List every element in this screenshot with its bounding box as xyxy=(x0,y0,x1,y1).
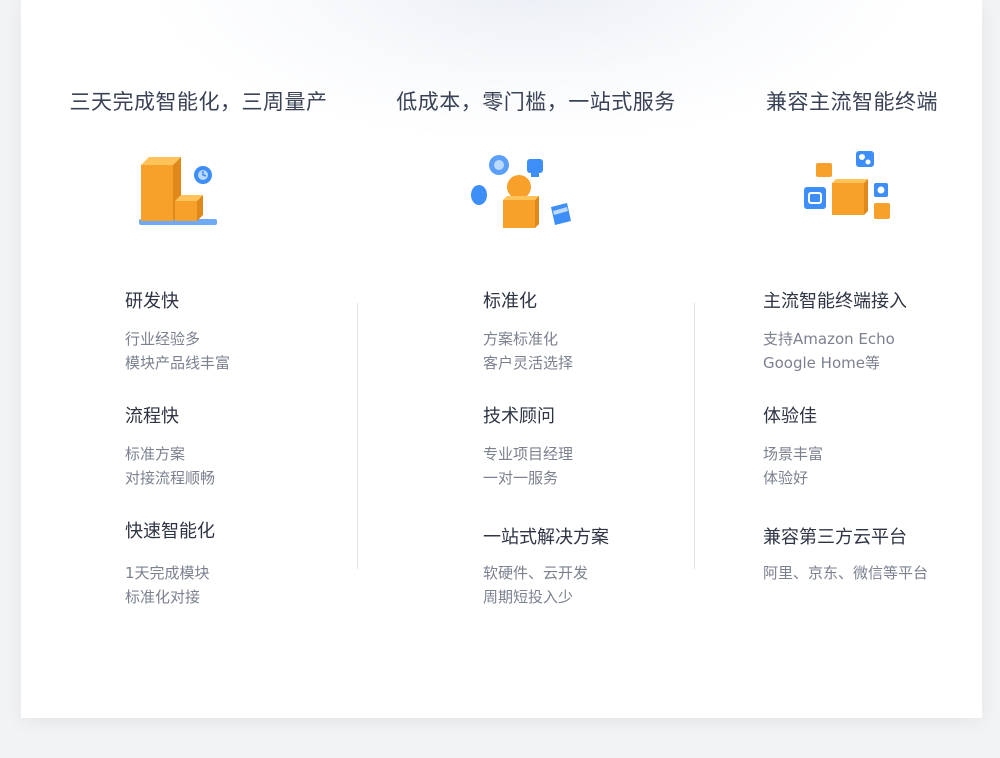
column-divider xyxy=(694,303,695,569)
feature-line: 模块产品线丰富 xyxy=(125,354,231,372)
feature-item: 技术顾问 专业项目经理 一对一服务 xyxy=(483,402,573,490)
column-title: 低成本，零门槛，一站式服务 xyxy=(396,90,676,114)
feature-item: 主流智能终端接入 支持Amazon Echo Google Home等 xyxy=(763,287,907,375)
feature-line: 一对一服务 xyxy=(483,469,559,487)
feature-line: 周期短投入少 xyxy=(483,588,574,606)
column-divider xyxy=(357,303,358,569)
column-title: 兼容主流智能终端 xyxy=(766,90,938,114)
smart-devices-icon xyxy=(800,145,910,239)
column-fast-development: 三天完成智能化，三周量产 研发快 行业经验多 模块产品线丰富 流程快 标准方案 … xyxy=(61,0,336,718)
feature-item: 体验佳 场景丰富 体验好 xyxy=(763,402,823,490)
feature-item: 一站式解决方案 软硬件、云开发 周期短投入少 xyxy=(483,523,609,609)
feature-item: 快速智能化 1天完成模块 标准化对接 xyxy=(125,517,215,609)
column-low-cost: 低成本，零门槛，一站式服务 标准化 方案标准化 客户灵活选择 技术顾问 专业项目… xyxy=(385,0,687,718)
feature-title: 一站式解决方案 xyxy=(483,527,609,548)
feature-item: 研发快 行业经验多 模块产品线丰富 xyxy=(125,287,230,375)
feature-line: 客户灵活选择 xyxy=(483,354,574,372)
feature-title: 标准化 xyxy=(483,291,537,312)
feature-line: Google Home等 xyxy=(763,354,880,372)
feature-line: 支持Amazon Echo xyxy=(763,330,895,348)
feature-line: 阿里、京东、微信等平台 xyxy=(763,564,929,582)
feature-item: 兼容第三方云平台 阿里、京东、微信等平台 xyxy=(763,523,928,585)
feature-line: 行业经验多 xyxy=(125,330,201,348)
feature-title: 技术顾问 xyxy=(483,406,555,427)
delivery-boxes-icon xyxy=(111,145,221,239)
features-card: 三天完成智能化，三周量产 研发快 行业经验多 模块产品线丰富 流程快 标准方案 … xyxy=(21,0,982,718)
feature-line: 专业项目经理 xyxy=(483,445,574,463)
service-support-icon xyxy=(469,145,579,239)
feature-title: 快速智能化 xyxy=(125,521,215,542)
column-device-compatibility: 兼容主流智能终端 主流智能终端接入 支持Amazon Echo Google H… xyxy=(752,0,952,718)
feature-title: 主流智能终端接入 xyxy=(763,291,907,312)
feature-line: 1天完成模块 xyxy=(125,564,210,582)
feature-line: 体验好 xyxy=(763,469,809,487)
column-title: 三天完成智能化，三周量产 xyxy=(69,90,328,114)
feature-line: 场景丰富 xyxy=(763,445,824,463)
feature-line: 软硬件、云开发 xyxy=(483,564,589,582)
feature-item: 标准化 方案标准化 客户灵活选择 xyxy=(483,287,573,375)
feature-line: 标准化对接 xyxy=(125,588,201,606)
feature-line: 标准方案 xyxy=(125,445,186,463)
feature-title: 体验佳 xyxy=(763,406,817,427)
feature-title: 流程快 xyxy=(125,406,179,427)
feature-item: 流程快 标准方案 对接流程顺畅 xyxy=(125,402,215,490)
feature-line: 方案标准化 xyxy=(483,330,559,348)
feature-title: 兼容第三方云平台 xyxy=(763,527,907,548)
feature-line: 对接流程顺畅 xyxy=(125,469,216,487)
feature-title: 研发快 xyxy=(125,291,179,312)
